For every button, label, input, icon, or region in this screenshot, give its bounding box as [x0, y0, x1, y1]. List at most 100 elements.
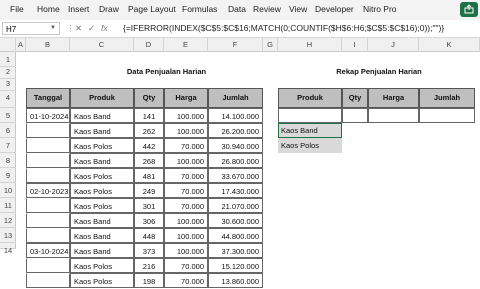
column-header-c[interactable]: C — [70, 38, 134, 52]
cell-jumlah[interactable]: 30.600.000 — [208, 213, 263, 228]
cell-qty[interactable]: 442 — [134, 138, 164, 153]
cell-qty[interactable]: 373 — [134, 243, 164, 258]
rekap-cell[interactable] — [419, 108, 475, 123]
cell-produk[interactable]: Kaos Band — [70, 123, 134, 138]
cell-tanggal[interactable] — [26, 258, 70, 273]
unique-product-cell[interactable]: Kaos Band — [278, 123, 342, 138]
cell-jumlah[interactable]: 15.120.000 — [208, 258, 263, 273]
cell-jumlah[interactable]: 33.670.000 — [208, 168, 263, 183]
cell-produk[interactable]: Kaos Polos — [70, 273, 134, 288]
tab-developer[interactable]: Developer — [315, 4, 354, 14]
cell-qty[interactable]: 249 — [134, 183, 164, 198]
cell-tanggal[interactable] — [26, 198, 70, 213]
cell-tanggal[interactable]: 01-10-2024 — [26, 108, 70, 123]
cell-qty[interactable]: 301 — [134, 198, 164, 213]
cell-tanggal[interactable]: 03-10-2024 — [26, 243, 70, 258]
cell-tanggal[interactable] — [26, 123, 70, 138]
tab-draw[interactable]: Draw — [99, 4, 119, 14]
cell-qty[interactable]: 268 — [134, 153, 164, 168]
column-header-f[interactable]: F — [208, 38, 263, 52]
cell-jumlah[interactable]: 30.940.000 — [208, 138, 263, 153]
sheet-grid[interactable]: Data Penjualan Harian Rekap Penjualan Ha… — [0, 52, 480, 288]
tab-nitro-pro[interactable]: Nitro Pro — [363, 4, 397, 14]
cell-produk[interactable]: Kaos Polos — [70, 258, 134, 273]
tab-view[interactable]: View — [289, 4, 307, 14]
cell-harga[interactable]: 70.000 — [164, 198, 208, 213]
cell-jumlah[interactable]: 13.860.000 — [208, 273, 263, 288]
cell-jumlah[interactable]: 44.800.000 — [208, 228, 263, 243]
column-header-k[interactable]: K — [419, 38, 480, 52]
unique-product-cell[interactable]: Kaos Polos — [278, 138, 342, 153]
cell-produk[interactable]: Kaos Polos — [70, 138, 134, 153]
cell-tanggal[interactable] — [26, 213, 70, 228]
cell-qty[interactable]: 262 — [134, 123, 164, 138]
rekap-cell[interactable] — [342, 108, 368, 123]
column-header-a[interactable]: A — [16, 38, 26, 52]
right-table-title: Rekap Penjualan Harian — [336, 67, 422, 76]
cell-harga[interactable]: 100.000 — [164, 123, 208, 138]
column-headers: A B C D E F G H I J K — [0, 38, 480, 52]
cell-harga[interactable]: 70.000 — [164, 258, 208, 273]
tab-home[interactable]: Home — [37, 4, 60, 14]
cell-harga[interactable]: 100.000 — [164, 213, 208, 228]
column-header-b[interactable]: B — [26, 38, 70, 52]
tab-formulas[interactable]: Formulas — [182, 4, 217, 14]
column-header-h[interactable]: H — [278, 38, 342, 52]
rekap-cell[interactable] — [368, 108, 419, 123]
tab-page-layout[interactable]: Page Layout — [128, 4, 176, 14]
cell-jumlah[interactable]: 26.800.000 — [208, 153, 263, 168]
insert-function-icon[interactable]: fx — [101, 23, 108, 33]
cell-tanggal[interactable] — [26, 153, 70, 168]
cell-harga[interactable]: 70.000 — [164, 138, 208, 153]
cell-produk[interactable]: Kaos Band — [70, 213, 134, 228]
cell-qty[interactable]: 481 — [134, 168, 164, 183]
cell-qty[interactable]: 198 — [134, 273, 164, 288]
cell-harga[interactable]: 70.000 — [164, 168, 208, 183]
column-header-d[interactable]: D — [134, 38, 164, 52]
cell-tanggal[interactable]: 02-10-2023 — [26, 183, 70, 198]
cell-produk[interactable]: Kaos Polos — [70, 168, 134, 183]
cell-produk[interactable]: Kaos Polos — [70, 183, 134, 198]
cell-produk[interactable]: Kaos Band — [70, 108, 134, 123]
cell-harga[interactable]: 70.000 — [164, 183, 208, 198]
cell-qty[interactable]: 141 — [134, 108, 164, 123]
cell-jumlah[interactable]: 14.100.000 — [208, 108, 263, 123]
cell-produk[interactable]: Kaos Band — [70, 243, 134, 258]
cell-qty[interactable]: 448 — [134, 228, 164, 243]
cell-harga[interactable]: 100.000 — [164, 108, 208, 123]
cell-jumlah[interactable]: 17.430.000 — [208, 183, 263, 198]
tab-file[interactable]: File — [10, 4, 24, 14]
cell-harga[interactable]: 70.000 — [164, 273, 208, 288]
cell-harga[interactable]: 100.000 — [164, 153, 208, 168]
tab-data[interactable]: Data — [228, 4, 246, 14]
formula-input[interactable]: {=IFERROR(INDEX($C$5:$C$16;MATCH(0;COUNT… — [123, 23, 444, 33]
cell-produk[interactable]: Kaos Polos — [70, 198, 134, 213]
name-box-dropdown-icon[interactable]: ▼ — [50, 25, 56, 31]
cell-qty[interactable]: 306 — [134, 213, 164, 228]
cell-harga[interactable]: 100.000 — [164, 243, 208, 258]
cell-tanggal[interactable] — [26, 168, 70, 183]
cell-produk[interactable]: Kaos Band — [70, 228, 134, 243]
cell-jumlah[interactable]: 26.200.000 — [208, 123, 263, 138]
column-header-i[interactable]: I — [342, 38, 368, 52]
cell-harga[interactable]: 100.000 — [164, 228, 208, 243]
column-header-e[interactable]: E — [164, 38, 208, 52]
cell-jumlah[interactable]: 37.300.000 — [208, 243, 263, 258]
select-all-corner[interactable] — [0, 38, 16, 52]
column-header-g[interactable]: G — [263, 38, 278, 52]
share-icon — [464, 4, 474, 14]
cell-tanggal[interactable] — [26, 273, 70, 288]
share-button[interactable] — [460, 2, 478, 17]
cell-tanggal[interactable] — [26, 138, 70, 153]
tab-insert[interactable]: Insert — [68, 4, 89, 14]
enter-icon[interactable]: ✓ — [88, 23, 95, 34]
column-header-j[interactable]: J — [368, 38, 419, 52]
cancel-icon[interactable]: ✕ — [75, 23, 82, 34]
cell-qty[interactable]: 216 — [134, 258, 164, 273]
rekap-cell[interactable] — [278, 108, 342, 123]
tab-review[interactable]: Review — [253, 4, 281, 14]
cell-tanggal[interactable] — [26, 228, 70, 243]
cell-produk[interactable]: Kaos Band — [70, 153, 134, 168]
cell-jumlah[interactable]: 21.070.000 — [208, 198, 263, 213]
rekap-header-harga: Harga — [368, 88, 419, 108]
